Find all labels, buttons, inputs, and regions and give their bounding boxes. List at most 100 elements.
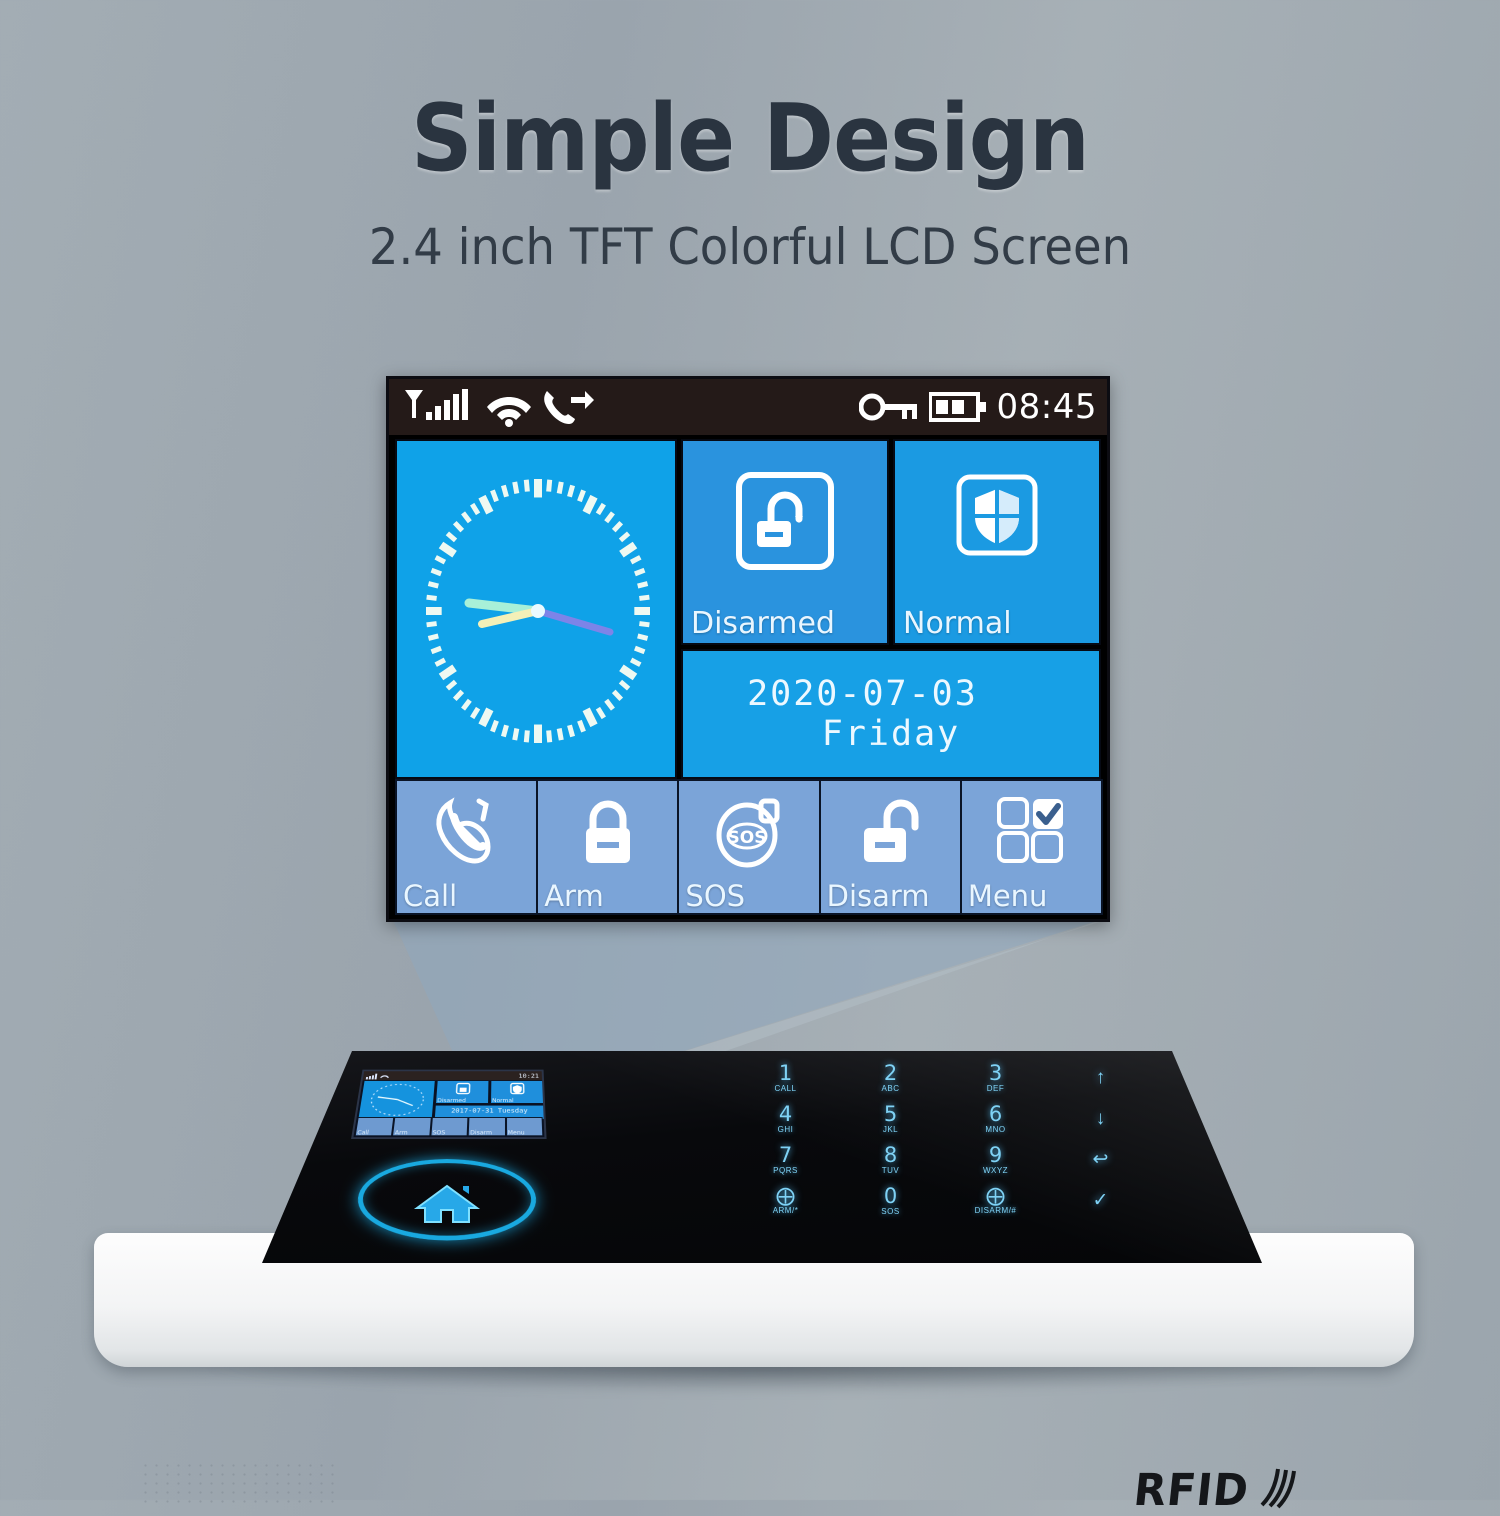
- mini-button-label: Disarm: [469, 1129, 493, 1137]
- keypad-key-sublabel: CALL: [774, 1083, 797, 1093]
- keypad-key-6[interactable]: 6 MNO: [943, 1103, 1048, 1134]
- mini-status-bar: 10:21: [362, 1071, 543, 1081]
- lcd-button-disarm[interactable]: Disarm: [818, 779, 962, 915]
- keypad-key-5[interactable]: 5 JKL: [838, 1103, 943, 1134]
- keypad-key-number: 4: [778, 1101, 793, 1126]
- keypad-key-back-arrow-icon[interactable]: ↩: [1048, 1150, 1153, 1169]
- keypad-key-sublabel: GHI: [777, 1124, 794, 1134]
- status-tile-label: Disarmed: [691, 606, 835, 641]
- date-value: 2020-07-03: [747, 674, 978, 714]
- keypad-key-0[interactable]: 0 SOS: [838, 1183, 943, 1216]
- arrow-up-icon: ↑: [1095, 1067, 1106, 1088]
- mini-button-label: Menu: [507, 1129, 525, 1137]
- device-mini-lcd[interactable]: 10:21 Disarmed Normal 2017-07-31 Tuesday…: [351, 1069, 547, 1140]
- date-tile[interactable]: 2020-07-03 Friday: [681, 649, 1101, 779]
- check-icon: ✓: [1092, 1190, 1109, 1211]
- clock-tile[interactable]: [395, 439, 677, 779]
- keypad-key-9[interactable]: 9 WXYZ: [943, 1142, 1048, 1175]
- keypad-key-arrow-up-icon[interactable]: ↑: [1048, 1068, 1153, 1087]
- keypad-key-number: 3: [988, 1060, 1003, 1085]
- mini-tile-grid: Disarmed Normal 2017-07-31 Tuesday Call …: [354, 1080, 545, 1137]
- mini-button-label: SOS: [432, 1129, 446, 1137]
- rfid-label: RFID: [1131, 1465, 1252, 1516]
- padlock-open-icon: [864, 799, 919, 862]
- keypad-key-sublabel: DEF: [986, 1083, 1005, 1093]
- keypad-key-3[interactable]: 3 DEF: [943, 1060, 1048, 1093]
- status-tile-label: Normal: [903, 606, 1012, 641]
- lcd-tile-grid: Disarmed Normal 2020-07-03 Friday Call A…: [389, 435, 1107, 919]
- lcd-button-label: Arm: [544, 879, 604, 913]
- mini-analog-clock-icon: [358, 1081, 434, 1119]
- key-icon: [858, 393, 917, 421]
- sos-icon: SOS: [716, 798, 780, 868]
- mini-button-menu: Menu: [505, 1117, 544, 1137]
- padlock-closed-icon: [585, 800, 630, 863]
- keypad-key-8[interactable]: 8 TUV: [838, 1142, 943, 1175]
- lcd-button-sos[interactable]: SOS SOS: [677, 779, 821, 915]
- lcd-clock-time: 08:45: [996, 387, 1097, 427]
- keypad-key-number: 9: [988, 1142, 1003, 1167]
- keypad-key-1[interactable]: 1 CALL: [733, 1062, 838, 1093]
- arrow-down-icon: ↓: [1095, 1108, 1106, 1129]
- keypad-key-2[interactable]: 2 ABC: [838, 1060, 943, 1093]
- keypad-key-disarm-[interactable]: ⨁ DISARM/#: [943, 1187, 1048, 1215]
- lcd-button-label: Menu: [967, 879, 1048, 913]
- wifi-icon: [487, 397, 531, 427]
- keypad-key-7[interactable]: 7 PQRS: [733, 1142, 838, 1175]
- signal-bars-icon: [405, 389, 468, 420]
- keypad-key-sublabel: PQRS: [773, 1165, 798, 1175]
- keypad-key-number: 7: [778, 1142, 793, 1167]
- grid-check-icon: [997, 797, 1064, 863]
- status-tile-disarmed[interactable]: Disarmed: [681, 439, 889, 645]
- keypad-key-number: 2: [883, 1060, 898, 1085]
- keypad-key-number: 0: [883, 1183, 898, 1208]
- rfid-wave-icon: [1260, 1468, 1296, 1509]
- mini-button-label: Arm: [394, 1129, 408, 1137]
- mini-status-tile-disarmed: Disarmed: [434, 1080, 490, 1104]
- lcd-button-menu[interactable]: Menu: [959, 779, 1104, 915]
- keypad-key-sublabel: ARM/*: [772, 1205, 799, 1215]
- padlock-closed-icon: ⨁: [776, 1185, 795, 1207]
- mini-date-value: 2017-07-31 Tuesday: [450, 1107, 528, 1115]
- lcd-status-bar: 08:45: [389, 379, 1107, 435]
- analog-clock-icon: [426, 479, 650, 743]
- lcd-button-call[interactable]: Call: [395, 779, 539, 915]
- page-title: Simple Design: [410, 84, 1090, 192]
- device-keypad[interactable]: 1 CALL 2 ABC 3 DEF ↑ 4 GHI 5 JKL 6 MNO ↓ 7 PQRS 8 TUV 9 WXY…: [733, 1057, 1153, 1222]
- mini-shield-icon: [491, 1083, 543, 1096]
- shield-square-icon: [956, 474, 1038, 556]
- lcd-button-label: SOS: [685, 879, 746, 913]
- keypad-row: 1 CALL 2 ABC 3 DEF ↑: [733, 1057, 1153, 1098]
- mini-signal-icon: [365, 1072, 392, 1079]
- mini-button-sos: SOS: [430, 1117, 469, 1137]
- back-arrow-icon: ↩: [1092, 1149, 1109, 1170]
- home-icon[interactable]: [404, 1178, 490, 1233]
- lcd-bottom-button-row: Call Arm SOS SOS Disarm Menu: [395, 779, 1104, 915]
- page-subtitle: 2.4 inch TFT Colorful LCD Screen: [368, 218, 1132, 276]
- keypad-key-sublabel: DISARM/#: [974, 1205, 1017, 1215]
- keypad-key-check-icon[interactable]: ✓: [1048, 1191, 1153, 1210]
- keypad-key-arrow-down-icon[interactable]: ↓: [1048, 1109, 1153, 1128]
- keypad-row: 4 GHI 5 JKL 6 MNO ↓: [733, 1098, 1153, 1139]
- keypad-key-sublabel: JKL: [882, 1124, 899, 1134]
- mini-button-arm: Arm: [392, 1117, 432, 1137]
- speaker-grille-icon: [140, 1461, 340, 1509]
- keypad-key-number: 8: [883, 1142, 898, 1167]
- mini-clock-time: 10:21: [518, 1072, 540, 1079]
- weekday-value: Friday: [821, 714, 961, 754]
- mini-tile-label: Normal: [491, 1097, 514, 1104]
- phone-call-icon: [435, 797, 491, 864]
- header-block: Simple Design 2.4 inch TFT Colorful LCD …: [0, 84, 1500, 276]
- lcd-button-label: Disarm: [826, 879, 930, 913]
- mini-button-call: Call: [354, 1117, 395, 1137]
- unlock-square-icon: [736, 472, 834, 570]
- mini-status-tile-normal: Normal: [489, 1080, 545, 1104]
- keypad-key-sublabel: SOS: [881, 1206, 900, 1216]
- keypad-key-4[interactable]: 4 GHI: [733, 1101, 838, 1134]
- keypad-row: 7 PQRS 8 TUV 9 WXYZ ↩: [733, 1139, 1153, 1180]
- keypad-key-arm-[interactable]: ⨁ ARM/*: [733, 1187, 838, 1215]
- lcd-button-arm[interactable]: Arm: [536, 779, 680, 915]
- mini-unlock-icon: [437, 1083, 489, 1096]
- status-tile-normal[interactable]: Normal: [893, 439, 1101, 645]
- keypad-row: ⨁ ARM/* 0 SOS ⨁ DISARM/# ✓: [733, 1180, 1153, 1221]
